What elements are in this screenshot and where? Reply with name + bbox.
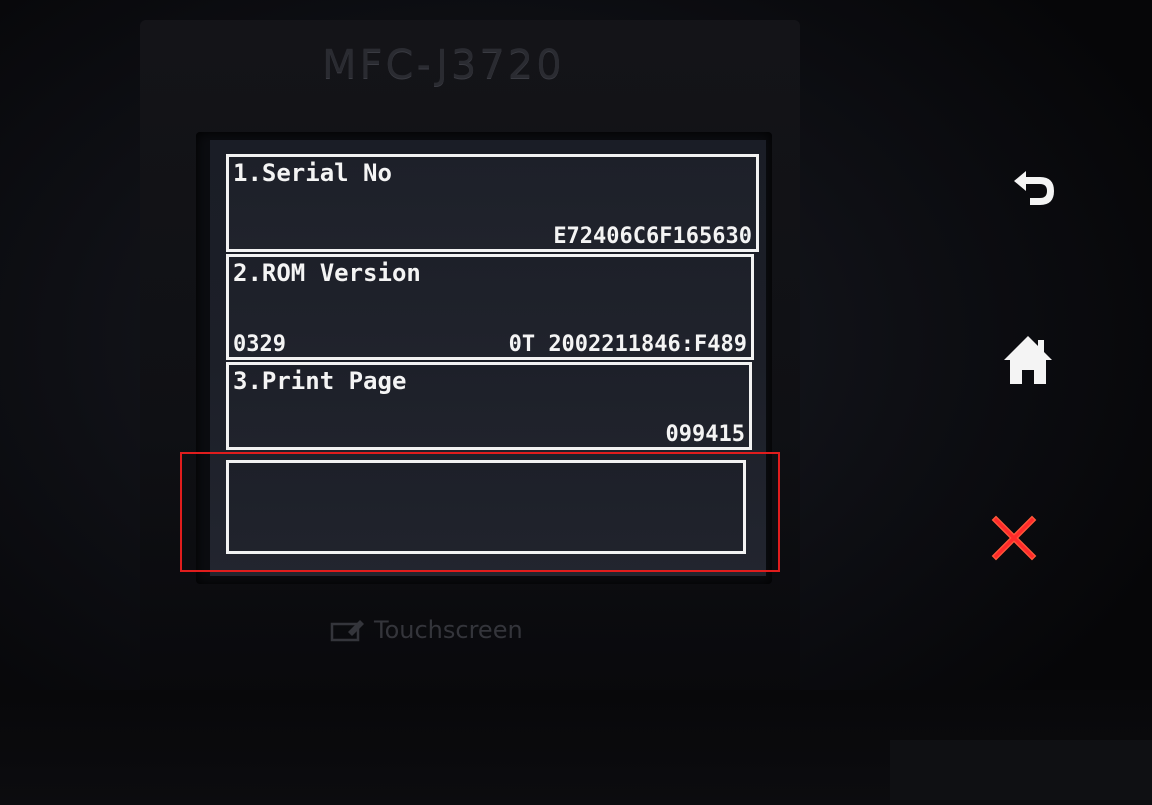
- serial-number-value: E72406C6F165630: [553, 224, 752, 249]
- home-button[interactable]: [998, 330, 1058, 390]
- rom-version-main: 0329: [233, 332, 286, 357]
- row-title: 1.Serial No: [233, 159, 392, 187]
- home-icon: [1004, 336, 1052, 384]
- cancel-x-icon: [991, 515, 1037, 561]
- highlight-annotation: [180, 452, 780, 572]
- row-title: 2.ROM Version: [233, 259, 421, 287]
- touchscreen-icon: [330, 620, 364, 642]
- back-arrow-icon: [1014, 171, 1054, 205]
- machine-info-row-rom-version[interactable]: 2.ROM Version 0329 0T 2002211846:F489: [226, 254, 754, 360]
- panel-slot: [890, 740, 1152, 800]
- touchscreen-text: Touchscreen: [374, 616, 523, 644]
- machine-info-row-serial[interactable]: 1.Serial No E72406C6F165630: [226, 154, 759, 252]
- model-label: MFC-J3720: [322, 42, 565, 88]
- rom-version-detail: 0T 2002211846:F489: [508, 332, 747, 357]
- machine-info-row-print-page[interactable]: 3.Print Page 099415: [226, 362, 752, 450]
- row-title: 3.Print Page: [233, 367, 407, 395]
- panel-bottom: [0, 690, 1152, 805]
- back-button[interactable]: [1004, 158, 1064, 218]
- cancel-button[interactable]: [984, 508, 1044, 568]
- touchscreen-label: Touchscreen: [330, 616, 523, 644]
- printer-control-panel: MFC-J3720 1.Serial No E72406C6F165630 2.…: [0, 0, 1152, 805]
- print-page-count: 099415: [665, 422, 745, 447]
